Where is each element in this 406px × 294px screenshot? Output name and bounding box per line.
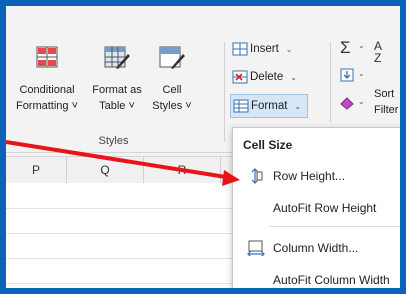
annotation-arrow [6, 140, 240, 186]
excel-window: Conditional Formatting ˅ Format as Table… [6, 6, 400, 288]
